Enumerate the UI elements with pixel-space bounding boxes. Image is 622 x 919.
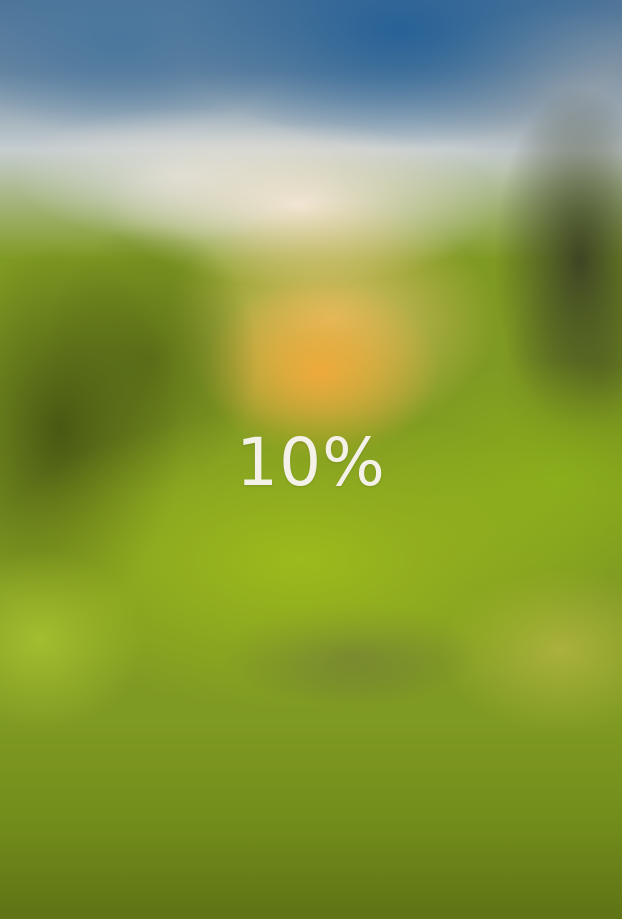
loading-percent-label: 10% (236, 424, 386, 501)
loading-screen: 10% (0, 0, 622, 919)
